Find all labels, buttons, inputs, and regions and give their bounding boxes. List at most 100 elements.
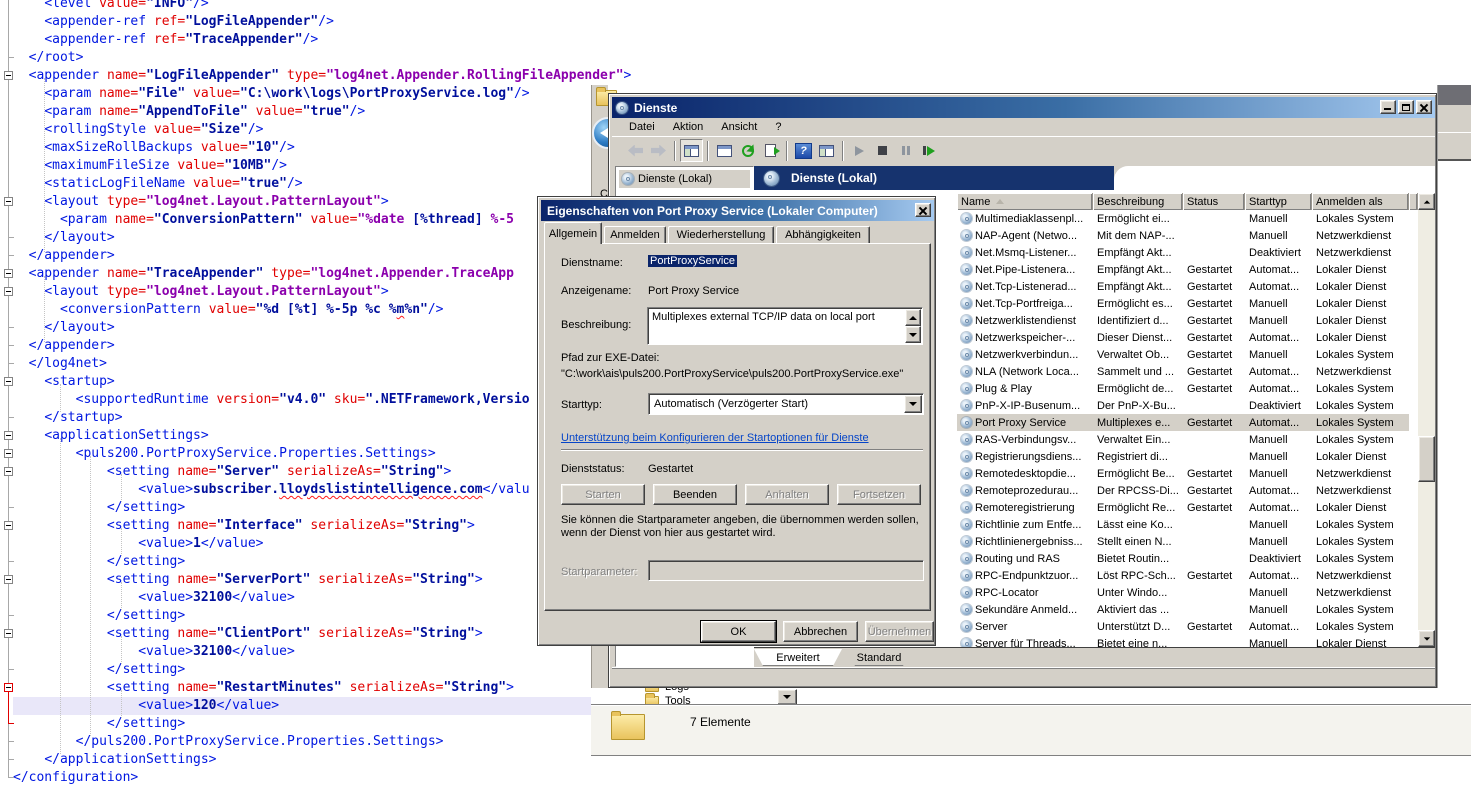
code-line[interactable]: <setting name="ServerPort" serializeAs="… <box>13 571 593 589</box>
code-line[interactable]: <param name="File" value="C:\work\logs\P… <box>13 85 593 103</box>
stop-service-icon[interactable] <box>871 139 894 162</box>
start-service-icon[interactable] <box>848 139 871 162</box>
dialog-close-icon[interactable] <box>915 203 931 217</box>
code-line[interactable]: </appender> <box>13 337 593 355</box>
show-console-tree-icon[interactable] <box>680 139 703 162</box>
menu-ansicht[interactable]: Ansicht <box>712 119 766 135</box>
code-line[interactable]: </setting> <box>13 715 593 733</box>
code-line[interactable]: </puls200.PortProxyService.Properties.Se… <box>13 733 593 751</box>
code-line[interactable]: <setting name="Server" serializeAs="Stri… <box>13 463 593 481</box>
code-line[interactable]: </setting> <box>13 607 593 625</box>
code-line[interactable]: <value>120</value> <box>13 697 593 715</box>
vertical-scrollbar[interactable] <box>1418 193 1435 647</box>
menu-aktion[interactable]: Aktion <box>664 119 713 135</box>
refresh-icon[interactable] <box>736 139 759 162</box>
code-line[interactable]: </layout> <box>13 319 593 337</box>
service-row[interactable]: Multimediaklassenpl...Ermöglicht ei...Ma… <box>957 210 1409 227</box>
service-row[interactable]: ServerUnterstützt D...GestartetAutomat..… <box>957 618 1409 635</box>
code-line[interactable]: <level value="INFO"/> <box>13 0 593 13</box>
tab-wiederherstellung[interactable]: Wiederherstellung <box>668 226 774 244</box>
code-line[interactable]: <maxSizeRollBackups value="10"/> <box>13 139 593 157</box>
scroll-down-icon[interactable] <box>905 326 921 343</box>
code-line[interactable]: <appender-ref ref="LogFileAppender"/> <box>13 13 593 31</box>
code-line[interactable]: <value>32100</value> <box>13 643 593 661</box>
tab-anmelden[interactable]: Anmelden <box>604 226 666 244</box>
code-line[interactable]: <param name="AppendToFile" value="true"/… <box>13 103 593 121</box>
service-row[interactable]: Port Proxy ServiceMultiplexes e...Gestar… <box>957 414 1409 431</box>
code-line[interactable]: <supportedRuntime version="v4.0" sku=".N… <box>13 391 593 409</box>
dienstname-value[interactable]: PortProxyService <box>648 255 737 267</box>
code-line[interactable]: </root> <box>13 49 593 67</box>
tab-standard[interactable]: Standard <box>846 649 912 666</box>
services-list[interactable]: NameBeschreibungStatusStarttypAnmelden a… <box>957 193 1435 647</box>
scroll-up-button[interactable] <box>1418 193 1435 210</box>
back-icon[interactable] <box>624 139 647 162</box>
service-row[interactable]: Plug & PlayErmöglicht de...GestartetAuto… <box>957 380 1409 397</box>
restart-service-icon[interactable] <box>917 139 940 162</box>
service-row[interactable]: Routing und RASBietet Routin...Deaktivie… <box>957 550 1409 567</box>
menu-datei[interactable]: Datei <box>620 119 664 135</box>
service-row[interactable]: RAS-Verbindungsv...Verwaltet Ein...Manue… <box>957 431 1409 448</box>
dropdown-button[interactable] <box>777 689 797 705</box>
services-titlebar[interactable]: Dienste <box>612 97 1435 118</box>
code-line[interactable]: <setting name="ClientPort" serializeAs="… <box>13 625 593 643</box>
service-row[interactable]: PnP-X-IP-Busenum...Der PnP-X-Bu...Deakti… <box>957 397 1409 414</box>
code-line[interactable]: <maximumFileSize value="10MB"/> <box>13 157 593 175</box>
beenden-button[interactable]: Beenden <box>653 484 737 505</box>
service-row[interactable]: RPC-LocatorUnter Windo...ManuellNetzwerk… <box>957 584 1409 601</box>
service-row[interactable]: Net.Msmq-Listener...Empfängt Akt...Deakt… <box>957 244 1409 261</box>
export-list-icon[interactable] <box>759 139 782 162</box>
service-row[interactable]: Remoteprozedurau...Der RPCSS-Di...Gestar… <box>957 482 1409 499</box>
code-line[interactable]: </setting> <box>13 553 593 571</box>
code-line[interactable]: <applicationSettings> <box>13 427 593 445</box>
service-row[interactable]: Registrierungsdiens...Registriert di...M… <box>957 448 1409 465</box>
code-line[interactable]: <startup> <box>13 373 593 391</box>
service-row[interactable]: Net.Tcp-Portfreiga...Ermöglicht es...Ges… <box>957 295 1409 312</box>
tree-item-dienste-lokal[interactable]: Dienste (Lokal) <box>619 170 750 188</box>
code-line[interactable]: <rollingStyle value="Size"/> <box>13 121 593 139</box>
scroll-up-icon[interactable] <box>905 309 921 326</box>
code-line[interactable]: <layout type="log4net.Layout.PatternLayo… <box>13 193 593 211</box>
column-header[interactable]: Anmelden als <box>1312 193 1409 210</box>
abbrechen-button[interactable]: Abbrechen <box>783 621 858 642</box>
code-line[interactable]: <puls200.PortProxyService.Properties.Set… <box>13 445 593 463</box>
code-line[interactable]: <param name="ConversionPattern" value="%… <box>13 211 593 229</box>
service-row[interactable]: NAP-Agent (Netwo...Mit dem NAP-...Manuel… <box>957 227 1409 244</box>
code-line[interactable]: <setting name="Interface" serializeAs="S… <box>13 517 593 535</box>
extended-view-icon[interactable] <box>815 139 838 162</box>
code-line[interactable]: </applicationSettings> <box>13 751 593 769</box>
properties-icon[interactable] <box>713 139 736 162</box>
column-header[interactable]: Status <box>1183 193 1245 210</box>
code-line[interactable]: <appender name="LogFileAppender" type="l… <box>13 67 593 85</box>
column-header[interactable]: Name <box>957 193 1093 210</box>
code-line[interactable]: </log4net> <box>13 355 593 373</box>
combobox-dropdown-icon[interactable] <box>904 395 922 413</box>
startparameter-input[interactable] <box>648 560 924 581</box>
code-line[interactable]: <staticLogFileName value="true"/> <box>13 175 593 193</box>
column-header[interactable]: Beschreibung <box>1093 193 1183 210</box>
minimize-button[interactable] <box>1380 100 1396 114</box>
fortsetzen-button[interactable]: Fortsetzen <box>837 484 921 505</box>
code-line[interactable]: </configuration> <box>13 769 593 787</box>
service-row[interactable]: RemoteregistrierungErmöglicht Re...Gesta… <box>957 499 1409 516</box>
code-line[interactable]: <value>subscriber.lloydslistintelligence… <box>13 481 593 499</box>
code-line[interactable]: <appender-ref ref="TraceAppender"/> <box>13 31 593 49</box>
scroll-down-button[interactable] <box>1418 630 1435 647</box>
properties-dialog[interactable]: Eigenschaften von Port Proxy Service (Lo… <box>537 196 936 646</box>
code-line[interactable]: <value>1</value> <box>13 535 593 553</box>
service-row[interactable]: Netzwerkverbindun...Verwaltet Ob...Gesta… <box>957 346 1409 363</box>
close-button[interactable] <box>1416 100 1432 114</box>
pause-service-icon[interactable] <box>894 139 917 162</box>
tab-erweitert[interactable]: Erweitert <box>754 649 842 666</box>
starten-button[interactable]: Starten <box>561 484 645 505</box>
uebernehmen-button[interactable]: Übernehmen <box>865 621 934 642</box>
anhalten-button[interactable]: Anhalten <box>745 484 829 505</box>
service-row[interactable]: Net.Tcp-Listenerad...Empfängt Akt...Gest… <box>957 278 1409 295</box>
maximize-button[interactable] <box>1398 100 1414 114</box>
scroll-thumb[interactable] <box>1418 436 1435 482</box>
beschreibung-textbox[interactable]: Multiplexes external TCP/IP data on loca… <box>647 307 923 345</box>
column-header[interactable]: Starttyp <box>1245 193 1312 210</box>
ok-button[interactable]: OK <box>701 621 776 642</box>
service-row[interactable]: RPC-Endpunktzuor...Löst RPC-Sch...Gestar… <box>957 567 1409 584</box>
code-line[interactable]: <appender name="TraceAppender" type="log… <box>13 265 593 283</box>
